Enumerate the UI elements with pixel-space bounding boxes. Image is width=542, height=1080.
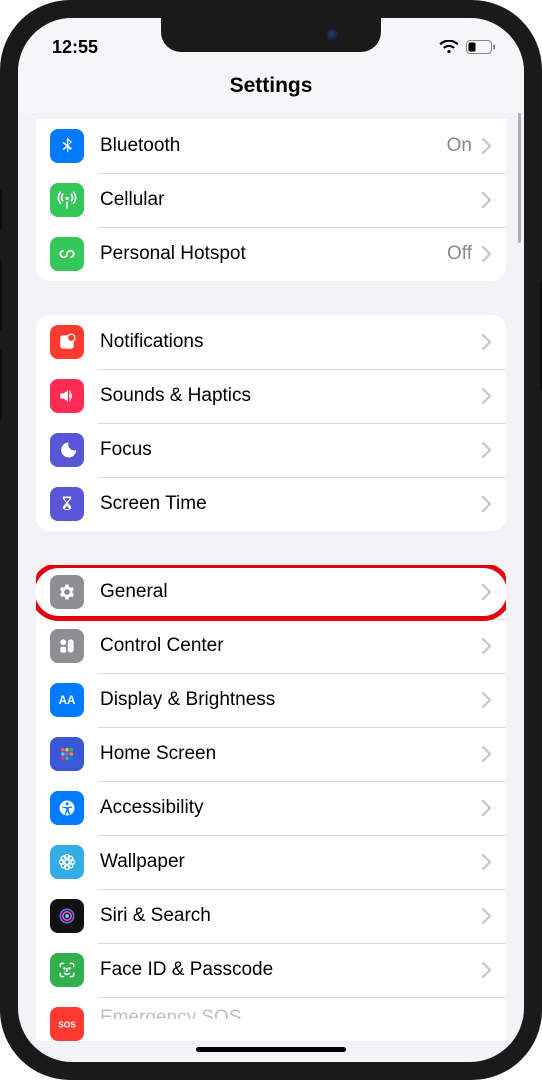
sounds-icon [50,379,84,413]
chevron-right-icon [482,800,492,816]
display-icon: AA [50,683,84,717]
chevron-right-icon [482,334,492,350]
settings-group-connectivity: Bluetooth On Cellular Personal Hotspot [36,119,506,281]
row-sounds[interactable]: Sounds & Haptics [36,369,506,423]
volume-up-button [0,260,2,330]
row-accessibility[interactable]: Accessibility [36,781,506,835]
notifications-icon [50,325,84,359]
home-indicator[interactable] [196,1047,346,1052]
row-label: Notifications [100,331,482,353]
chevron-right-icon [482,192,492,208]
hotspot-icon [50,237,84,271]
wifi-icon [439,40,459,55]
row-notifications[interactable]: Notifications [36,315,506,369]
status-time: 12:55 [52,37,98,58]
chevron-right-icon [482,746,492,762]
chevron-right-icon [482,854,492,870]
row-controlcenter[interactable]: Control Center [36,619,506,673]
row-label: Home Screen [100,743,482,765]
focus-icon [50,433,84,467]
row-label: Bluetooth [100,135,447,157]
controlcenter-icon [50,629,84,663]
chevron-right-icon [482,496,492,512]
cellular-icon [50,183,84,217]
settings-group-system: General Control Center AA Display & Brig… [36,565,506,1041]
svg-text:AA: AA [59,694,76,707]
scroll-indicator[interactable] [518,113,521,243]
notch [161,18,381,52]
accessibility-icon [50,791,84,825]
row-detail: On [447,135,472,157]
bluetooth-icon [50,129,84,163]
sos-icon: SOS [50,1007,84,1041]
front-camera [327,29,339,41]
mute-switch [0,190,2,230]
row-focus[interactable]: Focus [36,423,506,477]
screentime-icon [50,487,84,521]
row-hotspot[interactable]: Personal Hotspot Off [36,227,506,281]
phone-frame: 12:55 Settings Bluetooth O [0,0,542,1080]
chevron-right-icon [482,442,492,458]
row-sos[interactable]: SOS Emergency SOS [36,997,506,1041]
chevron-right-icon [482,138,492,154]
row-label: Accessibility [100,797,482,819]
screen: 12:55 Settings Bluetooth O [18,18,524,1062]
row-general[interactable]: General [36,565,506,619]
row-label: Siri & Search [100,905,482,927]
row-detail: Off [447,243,472,265]
row-label: Screen Time [100,493,482,515]
chevron-right-icon [482,246,492,262]
row-label: Wallpaper [100,851,482,873]
row-siri[interactable]: Siri & Search [36,889,506,943]
page-title: Settings [18,66,524,113]
siri-icon [50,899,84,933]
svg-text:SOS: SOS [58,1019,76,1029]
volume-down-button [0,350,2,420]
chevron-right-icon [482,388,492,404]
chevron-right-icon [482,584,492,600]
wallpaper-icon [50,845,84,879]
row-label: Display & Brightness [100,689,482,711]
row-display[interactable]: AA Display & Brightness [36,673,506,727]
settings-group-alerts: Notifications Sounds & Haptics Focus [36,315,506,531]
row-faceid[interactable]: Face ID & Passcode [36,943,506,997]
chevron-right-icon [482,962,492,978]
general-icon [50,575,84,609]
settings-content[interactable]: Bluetooth On Cellular Personal Hotspot [18,113,524,1059]
chevron-right-icon [482,692,492,708]
row-screentime[interactable]: Screen Time [36,477,506,531]
row-label: Control Center [100,635,482,657]
chevron-right-icon [482,638,492,654]
row-homescreen[interactable]: Home Screen [36,727,506,781]
chevron-right-icon [482,908,492,924]
faceid-icon [50,953,84,987]
row-cellular[interactable]: Cellular [36,173,506,227]
row-label: Personal Hotspot [100,243,447,265]
row-label: Sounds & Haptics [100,385,482,407]
row-label: Focus [100,439,482,461]
battery-icon [466,40,496,54]
row-label: General [100,581,482,603]
row-wallpaper[interactable]: Wallpaper [36,835,506,889]
row-label: Emergency SOS [100,1007,492,1019]
row-label: Cellular [100,189,482,211]
row-bluetooth[interactable]: Bluetooth On [36,119,506,173]
homescreen-icon [50,737,84,771]
row-label: Face ID & Passcode [100,959,482,981]
